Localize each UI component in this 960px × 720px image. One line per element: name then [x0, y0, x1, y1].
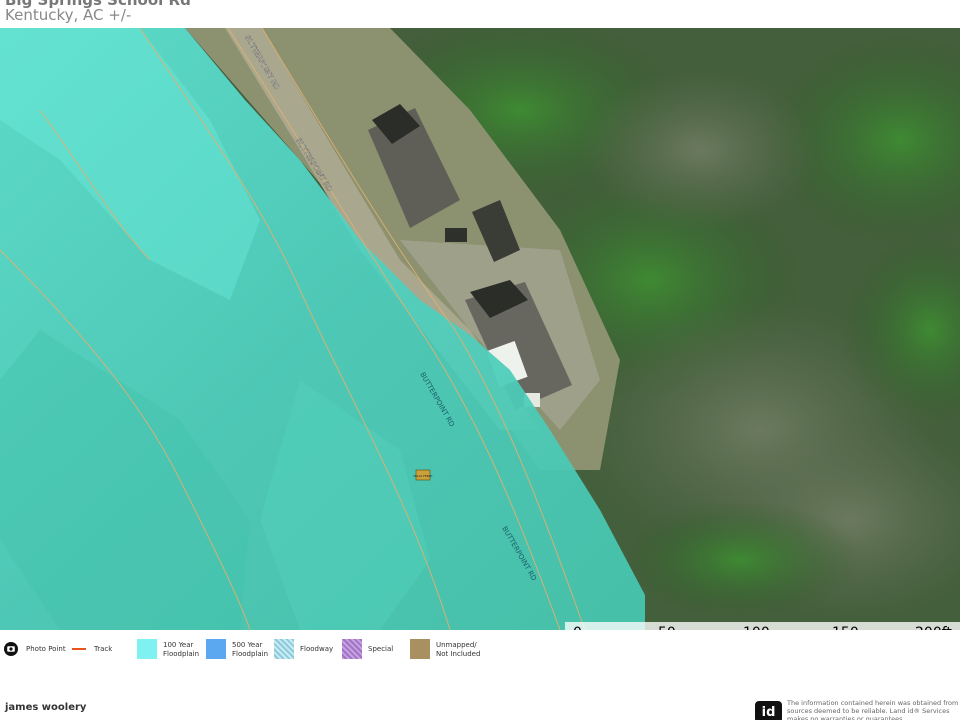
track-line-swatch — [72, 648, 86, 650]
disclaimer-text: The information contained herein was obt… — [787, 699, 959, 720]
map-footer: james woolery id The information contain… — [0, 670, 960, 720]
legend-label: Floodway — [300, 645, 334, 653]
floodplain-100-swatch — [137, 639, 157, 659]
map-subtitle: Kentucky, AC +/- — [5, 6, 132, 24]
floodplain-500-swatch — [206, 639, 226, 659]
scale-bar: 0 50 100 150 200ft — [565, 622, 960, 630]
land-id-logo: id — [755, 701, 782, 720]
map-view[interactable]: BUTTERPOINT RD BUTTERPOINT RD BUTTERPOIN… — [0, 28, 960, 630]
map-legend: Photo Point Track 100 Year Floodplain 50… — [0, 630, 960, 670]
legend-label: Unmapped/ Not Included — [436, 641, 481, 658]
unmapped-swatch — [410, 639, 430, 659]
legend-label: Special — [368, 645, 394, 653]
aerial-map[interactable]: BUTTERPOINT RD BUTTERPOINT RD BUTTERPOIN… — [0, 28, 960, 630]
legend-label: Photo Point — [26, 645, 66, 653]
legend-label: 500 Year Floodplain — [232, 641, 269, 658]
special-swatch — [342, 639, 362, 659]
legend-label: 100 Year Floodplain — [163, 641, 200, 658]
poi-marker-label: MILLS FERRY — [413, 474, 432, 478]
legend-label: Track — [94, 645, 113, 653]
map-header: Big Springs School Rd Kentucky, AC +/- — [0, 0, 960, 28]
camera-icon — [4, 642, 18, 656]
floodway-swatch — [274, 639, 294, 659]
author-name: james woolery — [5, 702, 87, 713]
